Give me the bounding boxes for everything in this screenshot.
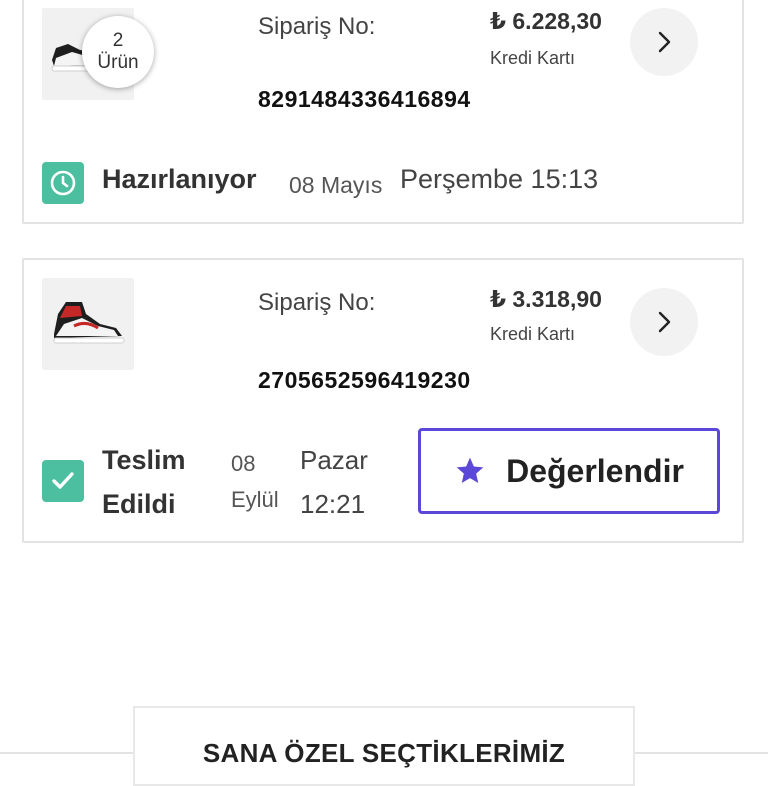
payment-method: Kredi Kartı bbox=[490, 324, 576, 344]
order-number-label: Sipariş No: bbox=[258, 13, 376, 40]
order-number-label: Sipariş No: bbox=[258, 289, 376, 316]
section-title: SANA ÖZEL SEÇTİKLERİMİZ bbox=[202, 738, 566, 768]
order-date: 08 Mayıs bbox=[289, 172, 383, 198]
chevron-right-icon bbox=[658, 311, 671, 333]
order-status: Hazırlanıyor bbox=[102, 164, 257, 194]
order-price: ₺ 3.318,90 bbox=[490, 286, 602, 312]
recommendations-header: SANA ÖZEL SEÇTİKLERİMİZ bbox=[133, 706, 635, 786]
divider-line bbox=[635, 752, 768, 754]
sneaker-image bbox=[53, 302, 125, 344]
order-time: Perşembe 15:13 bbox=[400, 164, 599, 194]
status-icon-box bbox=[42, 460, 84, 502]
order-status: Teslim Edildi bbox=[102, 445, 186, 519]
order-price: ₺ 6.228,30 bbox=[490, 8, 602, 34]
clock-icon bbox=[50, 170, 76, 196]
rate-order-button[interactable]: Değerlendir bbox=[418, 428, 720, 514]
item-count: 2 bbox=[112, 30, 124, 51]
status-icon-box bbox=[42, 162, 84, 204]
order-time: Pazar 12:21 bbox=[300, 445, 368, 519]
order-date: 08 Eylül bbox=[231, 451, 279, 512]
checkmark-icon bbox=[52, 472, 74, 489]
order-details-button[interactable] bbox=[630, 288, 698, 356]
payment-method: Kredi Kartı bbox=[490, 48, 576, 68]
rate-button-label: Değerlendir bbox=[506, 452, 684, 489]
divider-line bbox=[0, 752, 133, 754]
product-thumbnail[interactable] bbox=[42, 278, 134, 370]
order-number: 2705652596419230 bbox=[258, 367, 471, 393]
chevron-right-icon bbox=[658, 31, 671, 53]
item-count-unit: Ürün bbox=[97, 52, 139, 73]
order-card[interactable]: Sipariş No: 2705652596419230 ₺ 3.318,90 … bbox=[22, 258, 744, 543]
order-card[interactable]: 2 Ürün Sipariş No: 8291484336416894 ₺ 6.… bbox=[22, 0, 744, 224]
order-number: 8291484336416894 bbox=[258, 86, 471, 112]
item-count-badge: 2 Ürün bbox=[82, 16, 154, 88]
star-icon bbox=[456, 457, 484, 483]
order-details-button[interactable] bbox=[630, 8, 698, 76]
